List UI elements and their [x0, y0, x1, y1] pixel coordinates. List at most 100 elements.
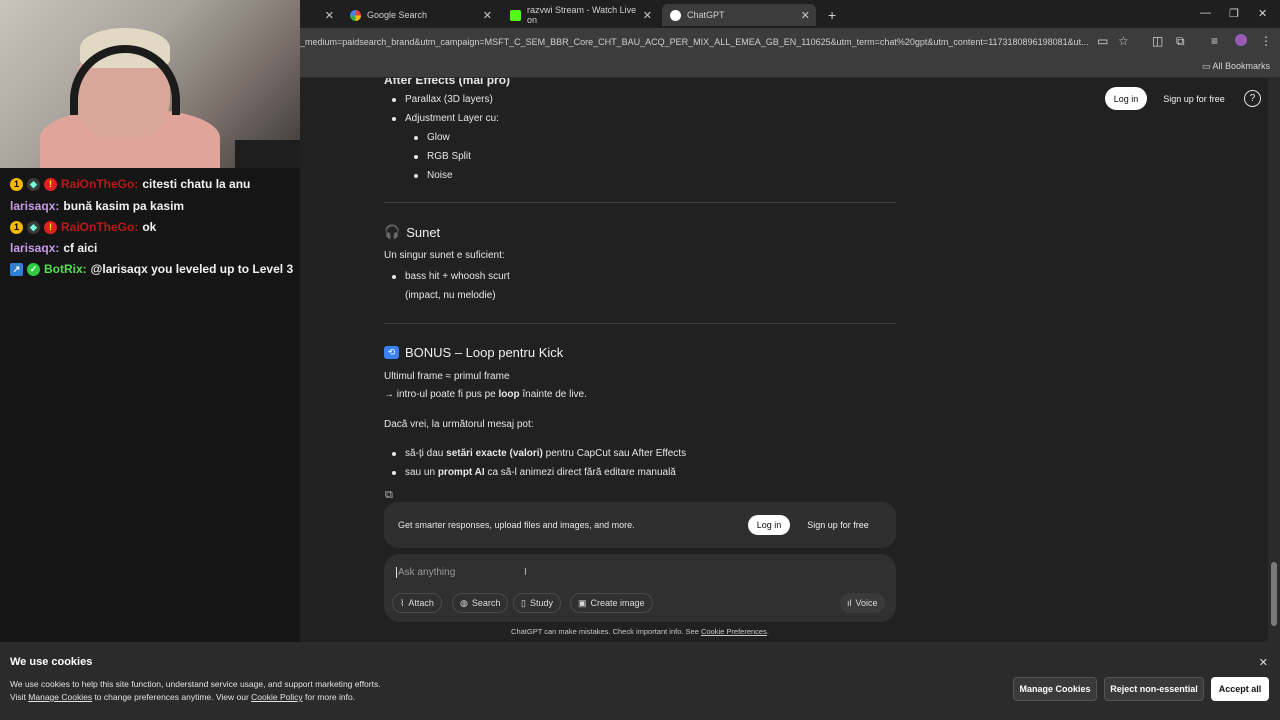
url-field[interactable]: _medium=paidsearch_brand&utm_campaign=MS… [300, 33, 1100, 51]
disclaimer: ChatGPT can make mistakes. Check importa… [511, 627, 769, 636]
create-image-button[interactable]: ▣ Create image [570, 593, 653, 613]
close-tab-icon[interactable]: ✕ [483, 9, 492, 22]
list-item: Noise [427, 170, 453, 181]
all-bookmarks[interactable]: ▭ All Bookmarks [1202, 61, 1270, 72]
list-item: sau un prompt AI ca să-l animezi direct … [405, 467, 676, 478]
accept-cookies-button[interactable]: Accept all [1211, 677, 1269, 701]
tab-partial[interactable]: ✕ [300, 4, 340, 26]
chat-username: larisaqx: [10, 199, 60, 213]
chat-username: RaiOnTheGo: [61, 177, 139, 191]
google-icon [350, 9, 361, 21]
login-button[interactable]: Log in [1105, 87, 1147, 110]
close-icon[interactable]: ✕ [1259, 656, 1268, 669]
paragraph: → intro-ul poate fi pus pe loop înainte … [384, 389, 587, 400]
profile-avatar-icon[interactable] [1235, 34, 1247, 46]
bullet [392, 117, 396, 121]
close-window-icon[interactable]: ✕ [1258, 7, 1267, 20]
sub-badge-icon: 1 [10, 177, 23, 191]
section-heading-sound: 🎧 Sunet [384, 224, 441, 240]
bullet [414, 155, 418, 159]
page-info-icon[interactable]: ▭ [1097, 34, 1108, 48]
bullet [392, 471, 396, 475]
tab-chatgpt[interactable]: ChatGPT ✕ [662, 4, 816, 26]
chat-username: RaiOnTheGo: [61, 220, 139, 234]
chair [235, 140, 300, 168]
text-cursor-icon: I [524, 567, 527, 578]
globe-icon: ◍ [460, 597, 468, 608]
menu-icon[interactable]: ⋮ [1260, 34, 1272, 48]
minimize-icon[interactable]: — [1200, 7, 1211, 19]
headphones-icon: 🎧 [384, 224, 401, 239]
paragraph: Un singur sunet e suficient: [384, 250, 505, 261]
chat-username: larisaqx: [10, 241, 60, 255]
promo-login-button[interactable]: Log in [748, 515, 790, 535]
webcam-overlay [0, 0, 300, 168]
section-heading-bonus: ⟲ BONUS – Loop pentru Kick [384, 345, 563, 360]
bits-badge-icon: ◆ [27, 177, 40, 191]
bookmark-star-icon[interactable]: ☆ [1118, 34, 1129, 48]
cookie-policy-link[interactable]: Cookie Policy [251, 692, 303, 702]
bot-badge-icon: ↗ [10, 262, 23, 276]
copy-icon[interactable]: ⧉ [385, 489, 393, 502]
divider [384, 323, 896, 324]
paragraph: Dacă vrei, la următorul mesaj pot: [384, 419, 534, 430]
help-icon[interactable]: ? [1244, 90, 1261, 107]
new-tab-button[interactable]: + [820, 4, 840, 26]
list-item-continued: (impact, nu melodie) [405, 290, 496, 301]
chat-username: BotRix: [44, 262, 87, 276]
upsell-text: Get smarter responses, upload files and … [398, 520, 635, 530]
tab-title: ChatGPT [687, 10, 725, 20]
waveform-icon: ıl [847, 598, 852, 608]
voice-button[interactable]: ıl Voice [840, 593, 885, 613]
chat-message: @larisaqx you leveled up to Level 3 [90, 262, 294, 276]
maximize-icon[interactable]: ❐ [1229, 7, 1239, 20]
manage-cookies-button[interactable]: Manage Cookies [1013, 677, 1097, 701]
extension-icon[interactable]: ◫ [1152, 34, 1163, 48]
prompt-input[interactable]: Ask anything [396, 567, 455, 578]
chat-line: 1 ◆ ! RaiOnTheGo: citesti chatu la anu [10, 177, 250, 191]
close-tab-icon[interactable]: ✕ [801, 9, 810, 22]
partial-heading: After Effects (mai pro) [384, 78, 511, 87]
search-button[interactable]: ◍ Search [452, 593, 509, 613]
list-item: RGB Split [427, 151, 471, 162]
paragraph: Ultimul frame ≈ primul frame [384, 371, 510, 382]
scrollbar-thumb[interactable] [1271, 562, 1277, 626]
list-item: să-ți dau setări exacte (valori) pentru … [405, 448, 687, 459]
emote-badge-icon: ! [44, 220, 57, 234]
tab-title: razvwi Stream - Watch Live on [527, 5, 637, 25]
list-item: Glow [427, 132, 450, 143]
signup-button[interactable]: Sign up for free [1156, 87, 1232, 110]
list-item: bass hit + whoosh scurt [405, 271, 510, 282]
cookie-preferences-link[interactable]: Cookie Preferences [701, 627, 767, 636]
tab-kick-stream[interactable]: razvwi Stream - Watch Live on ✕ [502, 4, 658, 26]
chat-message: citesti chatu la anu [142, 177, 251, 191]
sub-badge-icon: 1 [10, 220, 23, 234]
bullet [392, 452, 396, 456]
loop-icon: ⟲ [384, 346, 399, 359]
reject-cookies-button[interactable]: Reject non-essential [1104, 677, 1204, 701]
puzzle-icon[interactable]: ⧉ [1176, 34, 1185, 49]
scrollbar[interactable] [1268, 78, 1280, 642]
list-item: Parallax (3D layers) [405, 94, 493, 105]
attach-button[interactable]: ⌇ Attach [392, 593, 442, 613]
bullet [414, 174, 418, 178]
bullet [392, 98, 396, 102]
close-tab-icon[interactable]: ✕ [325, 9, 334, 22]
close-tab-icon[interactable]: ✕ [643, 9, 652, 22]
verified-badge-icon: ✓ [27, 262, 40, 276]
chatgpt-icon [670, 9, 681, 21]
study-button[interactable]: ▯ Study [513, 593, 561, 613]
tab-google-search[interactable]: Google Search ✕ [342, 4, 498, 26]
promo-signup-button[interactable]: Sign up for free [800, 515, 876, 535]
chat-line: larisaqx: cf aici [10, 241, 97, 255]
manage-cookies-link[interactable]: Manage Cookies [28, 692, 92, 702]
image-icon: ▣ [578, 597, 587, 608]
emote-badge-icon: ! [44, 177, 57, 191]
media-icon[interactable]: ≡ [1211, 34, 1218, 48]
cookie-body: We use cookies to help this site functio… [10, 679, 381, 702]
bits-badge-icon: ◆ [27, 220, 40, 234]
stream-chat-overlay: 1 ◆ ! RaiOnTheGo: citesti chatu la anu l… [0, 168, 300, 720]
paperclip-icon: ⌇ [400, 597, 405, 608]
chat-message: ok [142, 220, 157, 234]
kick-icon [510, 9, 521, 21]
